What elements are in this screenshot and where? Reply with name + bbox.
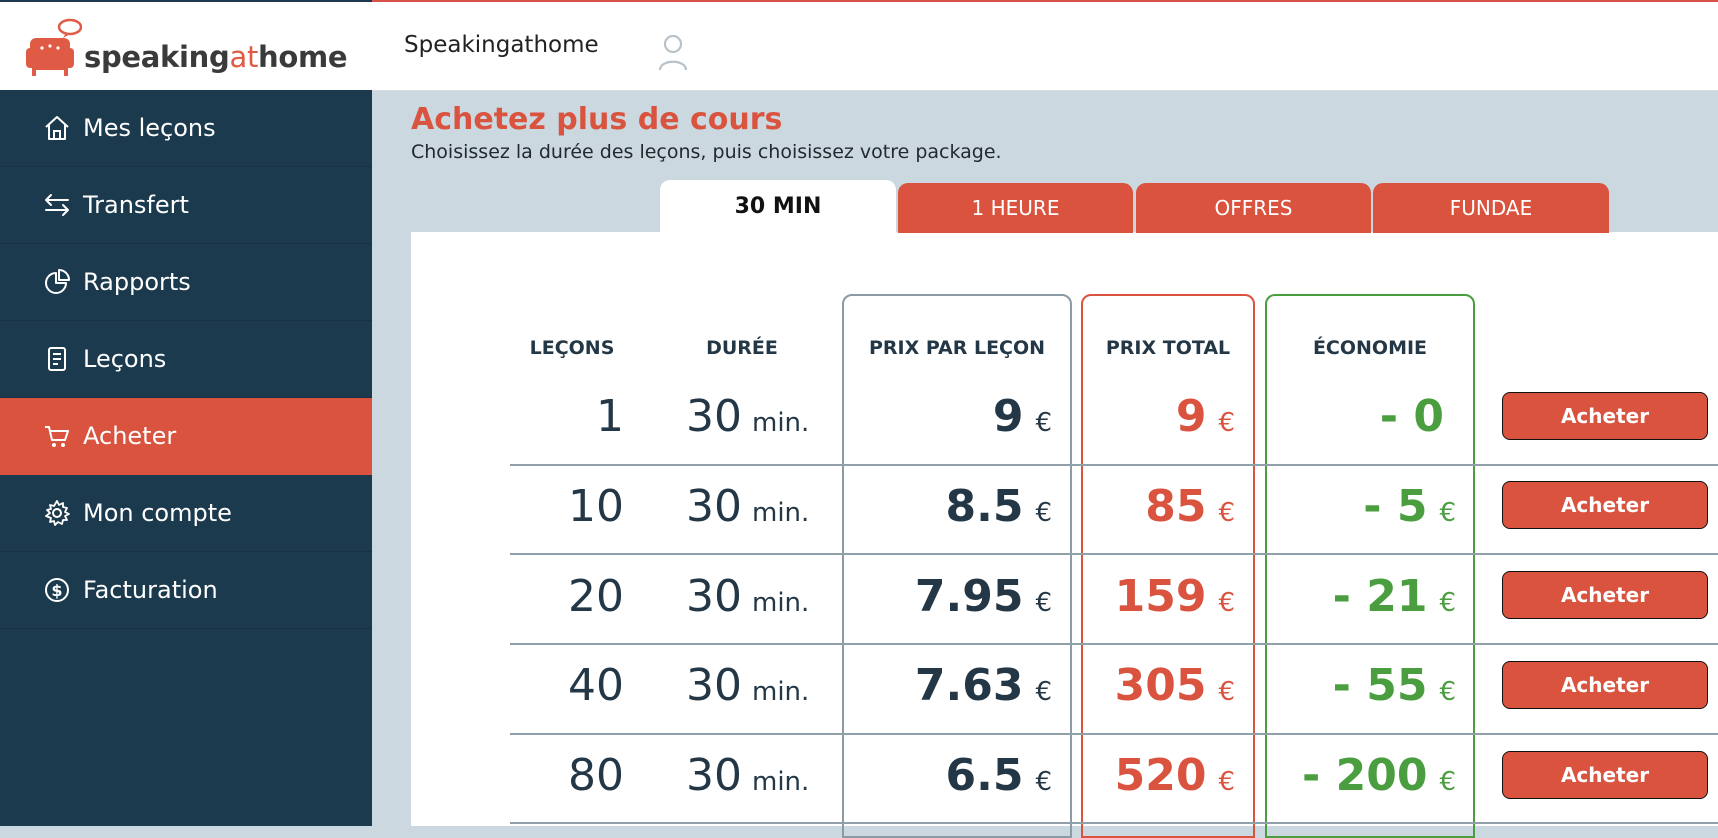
row-savings: - 5 € <box>1363 481 1456 532</box>
buy-button[interactable]: Acheter <box>1502 661 1708 709</box>
sidebar-item-label: Acheter <box>83 422 177 450</box>
user-avatar-icon[interactable] <box>656 32 690 72</box>
row-savings: - 21 € <box>1332 571 1456 622</box>
header-title: Speakingathome <box>404 32 599 58</box>
transfer-icon <box>45 194 69 216</box>
page-title: Achetez plus de cours <box>411 102 783 137</box>
row-divider <box>510 553 1718 555</box>
sidebar-item-label: Facturation <box>83 576 218 604</box>
pie-chart-icon <box>45 269 70 294</box>
sidebar-item-label: Rapports <box>83 268 191 296</box>
buy-button[interactable]: Acheter <box>1502 571 1708 619</box>
sidebar-item-label: Mes leçons <box>83 114 216 142</box>
tab-offres[interactable]: OFFRES <box>1136 183 1371 233</box>
buy-button[interactable]: Acheter <box>1502 481 1708 529</box>
page-subtitle: Choisissez la durée des leçons, puis cho… <box>411 141 1002 163</box>
row-total-price: 9 € <box>1175 391 1235 442</box>
buy-button[interactable]: Acheter <box>1502 392 1708 440</box>
cart-icon <box>45 426 69 447</box>
row-duration: 30 min. <box>686 750 810 801</box>
tab-30-min[interactable]: 30 MIN <box>660 180 896 233</box>
row-total-price: 159 € <box>1114 571 1235 622</box>
header-total-price: PRIX TOTAL <box>1105 337 1231 359</box>
row-price-per-lesson: 7.63 € <box>914 660 1052 711</box>
row-total-price: 305 € <box>1114 660 1235 711</box>
top-header: Speakingathome <box>372 2 1718 91</box>
sidebar-item-facturation[interactable]: $ Facturation <box>0 552 372 629</box>
row-lessons: 20 <box>568 571 624 622</box>
logo-wordmark: speakingathome <box>84 40 348 74</box>
sidebar-item-mes-lecons[interactable]: Mes leçons <box>0 90 372 167</box>
tab-1-heure[interactable]: 1 HEURE <box>898 183 1133 233</box>
sidebar-item-rapports[interactable]: Rapports <box>0 244 372 321</box>
sidebar-nav: Mes leçons Transfert Rapports Leçons Ach… <box>0 90 372 629</box>
row-duration: 30 min. <box>686 481 810 532</box>
row-divider <box>510 822 1718 824</box>
row-price-per-lesson: 9 € <box>992 391 1052 442</box>
row-duration: 30 min. <box>686 391 810 442</box>
sidebar-item-label: Mon compte <box>83 499 232 527</box>
sidebar-item-lecons[interactable]: Leçons <box>0 321 372 398</box>
row-savings: - 0 <box>1379 391 1444 442</box>
header-duration: DURÉE <box>706 337 778 359</box>
row-divider <box>510 643 1718 645</box>
header-lessons: LEÇONS <box>529 337 615 359</box>
row-lessons: 80 <box>568 750 624 801</box>
row-lessons: 10 <box>568 481 624 532</box>
sidebar-item-mon-compte[interactable]: Mon compte <box>0 475 372 552</box>
row-divider <box>510 464 1718 466</box>
buy-button[interactable]: Acheter <box>1502 751 1708 799</box>
row-total-price: 85 € <box>1145 481 1235 532</box>
sidebar-item-label: Transfert <box>83 191 189 219</box>
sidebar-item-acheter[interactable]: Acheter <box>0 398 372 475</box>
tab-fundae[interactable]: FUNDAE <box>1373 183 1609 233</box>
logo-area[interactable]: speakingathome <box>0 2 372 90</box>
row-price-per-lesson: 7.95 € <box>914 571 1052 622</box>
row-price-per-lesson: 6.5 € <box>945 750 1053 801</box>
row-total-price: 520 € <box>1114 750 1235 801</box>
header-savings: ÉCONOMIE <box>1312 337 1428 359</box>
svg-text:$: $ <box>51 581 62 600</box>
document-icon <box>48 347 66 371</box>
row-savings: - 200 € <box>1302 750 1456 801</box>
header-price-per-lesson: PRIX PAR LEÇON <box>868 337 1046 359</box>
row-duration: 30 min. <box>686 660 810 711</box>
dollar-icon: $ <box>45 578 69 602</box>
row-duration: 30 min. <box>686 571 810 622</box>
gear-icon <box>45 500 70 526</box>
home-icon <box>45 116 69 140</box>
row-lessons: 1 <box>596 391 624 442</box>
row-divider <box>510 733 1718 735</box>
row-lessons: 40 <box>568 660 624 711</box>
row-price-per-lesson: 8.5 € <box>945 481 1053 532</box>
sidebar-item-label: Leçons <box>83 345 167 373</box>
sidebar: speakingathome Mes leçons Transfert Rapp… <box>0 0 372 826</box>
row-savings: - 55 € <box>1332 660 1456 711</box>
armchair-logo-icon <box>26 18 82 76</box>
sidebar-item-transfert[interactable]: Transfert <box>0 167 372 244</box>
